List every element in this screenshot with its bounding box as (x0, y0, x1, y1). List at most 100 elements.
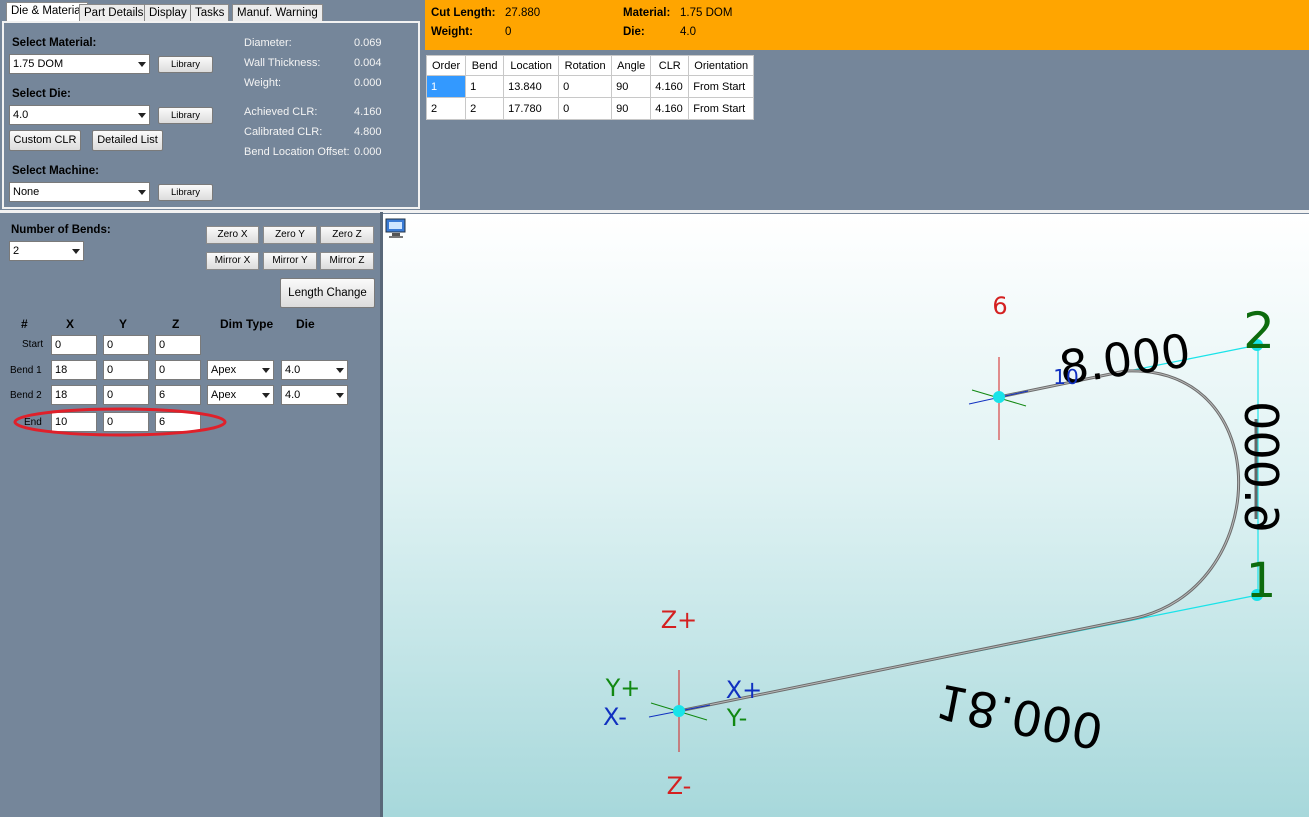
tab-manuf-warning[interactable]: Manuf. Warning (232, 4, 323, 22)
cell-clr[interactable]: 4.160 (650, 75, 690, 98)
chevron-down-icon (262, 393, 270, 398)
cell-bend[interactable]: 1 (465, 75, 505, 98)
bend-location-offset-value: 0.000 (354, 146, 382, 158)
zero-x-button[interactable]: Zero X (206, 226, 259, 244)
cell-order[interactable]: 1 (425, 75, 467, 98)
chevron-down-icon (72, 249, 80, 254)
col-bend[interactable]: Bend (465, 55, 505, 76)
dimension-label-18: 18.000 (932, 672, 1108, 759)
bend-2-label: 2 (1243, 302, 1275, 360)
cell-clr[interactable]: 4.160 (650, 97, 690, 120)
axis-label-z-minus: Z- (667, 772, 692, 800)
tab-die-material[interactable]: Die & Material (6, 2, 89, 22)
custom-clr-button[interactable]: Custom CLR (9, 130, 81, 151)
mirror-y-button[interactable]: Mirror Y (263, 252, 317, 270)
number-of-bends-label: Number of Bends: (11, 224, 111, 236)
tab-part-details[interactable]: Part Details (79, 4, 149, 22)
cell-rotation[interactable]: 0 (558, 75, 613, 98)
detailed-list-button[interactable]: Detailed List (92, 130, 163, 151)
bend2-x-input[interactable]: 18 (51, 385, 97, 405)
cell-order[interactable]: 2 (425, 97, 467, 120)
material-library-button[interactable]: Library (158, 56, 213, 73)
chevron-down-icon (336, 368, 344, 373)
weight-summary-label: Weight: (431, 26, 473, 38)
bend1-dim-type-select[interactable]: Apex (207, 360, 274, 380)
header-z: Z (172, 317, 180, 331)
table-row[interactable]: 1 1 13.840 0 90 4.160 From Start (425, 75, 755, 98)
col-clr[interactable]: CLR (650, 55, 690, 76)
axis-label-x-plus: X+ (726, 676, 763, 704)
view-toggle-icon[interactable] (385, 218, 406, 238)
chevron-down-icon (262, 368, 270, 373)
header-die: Die (296, 317, 315, 331)
axis-label-z-plus: Z+ (661, 606, 698, 634)
axis-label-y-minus: Y- (726, 704, 747, 732)
bend2-z-input[interactable]: 6 (155, 385, 201, 405)
row-label-bend-1: Bend 1 (10, 365, 42, 376)
end-marker-label: 6 (992, 292, 1007, 320)
tab-display[interactable]: Display (144, 4, 192, 22)
weight-value: 0.000 (354, 77, 382, 89)
bend1-die-select[interactable]: 4.0 (281, 360, 348, 380)
calibrated-clr-value: 4.800 (354, 126, 382, 138)
diameter-label: Diameter: (244, 37, 292, 49)
chevron-down-icon (138, 113, 146, 118)
cell-orientation[interactable]: From Start (688, 97, 755, 120)
row-label-bend-2: Bend 2 (10, 390, 42, 401)
col-order[interactable]: Order (425, 55, 467, 76)
mirror-z-button[interactable]: Mirror Z (320, 252, 374, 270)
chevron-down-icon (138, 190, 146, 195)
cell-orientation[interactable]: From Start (688, 75, 755, 98)
cell-location[interactable]: 17.780 (503, 97, 560, 120)
dimension-label-6: 6.000 (1234, 401, 1288, 533)
col-orientation[interactable]: Orientation (688, 55, 755, 76)
start-z-input[interactable]: 0 (155, 335, 201, 355)
cell-angle[interactable]: 90 (611, 75, 652, 98)
row-label-start: Start (22, 339, 44, 350)
select-machine-label: Select Machine: (12, 165, 99, 177)
cell-angle[interactable]: 90 (611, 97, 652, 120)
cell-bend[interactable]: 2 (465, 97, 505, 120)
zero-z-button[interactable]: Zero Z (320, 226, 374, 244)
bend2-die-value: 4.0 (285, 389, 301, 401)
bend-1-label: 1 (1246, 553, 1277, 609)
die-summary-label: Die: (623, 26, 645, 38)
die-library-button[interactable]: Library (158, 107, 213, 124)
machine-select-value: None (13, 186, 40, 198)
cut-length-label: Cut Length: (431, 7, 496, 19)
3d-viewport[interactable]: 18.000 6.000 8.000 1 2 6 10 Z+ Z- X+ X- … (383, 214, 1309, 817)
bend1-x-input[interactable]: 18 (51, 360, 97, 380)
end-node[interactable] (993, 391, 1005, 403)
bend2-die-select[interactable]: 4.0 (281, 385, 348, 405)
material-summary-value: 1.75 DOM (680, 7, 733, 19)
cell-location[interactable]: 13.840 (503, 75, 560, 98)
col-rotation[interactable]: Rotation (558, 55, 613, 76)
machine-select[interactable]: None (9, 182, 150, 202)
tab-tasks[interactable]: Tasks (190, 4, 230, 22)
die-select[interactable]: 4.0 (9, 105, 150, 125)
bend-location-offset-label: Bend Location Offset: (244, 146, 350, 158)
cell-rotation[interactable]: 0 (558, 97, 613, 120)
cut-length-value: 27.880 (505, 7, 541, 19)
start-node[interactable] (673, 705, 685, 717)
bend1-z-input[interactable]: 0 (155, 360, 201, 380)
material-select[interactable]: 1.75 DOM (9, 54, 150, 74)
machine-library-button[interactable]: Library (158, 184, 213, 201)
col-angle[interactable]: Angle (611, 55, 652, 76)
chevron-down-icon (336, 393, 344, 398)
zero-y-button[interactable]: Zero Y (263, 226, 317, 244)
table-row[interactable]: 2 2 17.780 0 90 4.160 From Start (425, 97, 755, 120)
number-of-bends-select[interactable]: 2 (9, 241, 84, 261)
bend2-dim-type-select[interactable]: Apex (207, 385, 274, 405)
material-summary-label: Material: (623, 7, 671, 19)
col-location[interactable]: Location (503, 55, 560, 76)
bend1-dim-type-value: Apex (211, 364, 237, 376)
header-num: # (21, 317, 28, 331)
bend2-y-input[interactable]: 0 (103, 385, 149, 405)
wall-thickness-label: Wall Thickness: (244, 57, 321, 69)
start-y-input[interactable]: 0 (103, 335, 149, 355)
bend1-y-input[interactable]: 0 (103, 360, 149, 380)
start-x-input[interactable]: 0 (51, 335, 97, 355)
mirror-x-button[interactable]: Mirror X (206, 252, 259, 270)
length-change-button[interactable]: Length Change (280, 278, 375, 308)
